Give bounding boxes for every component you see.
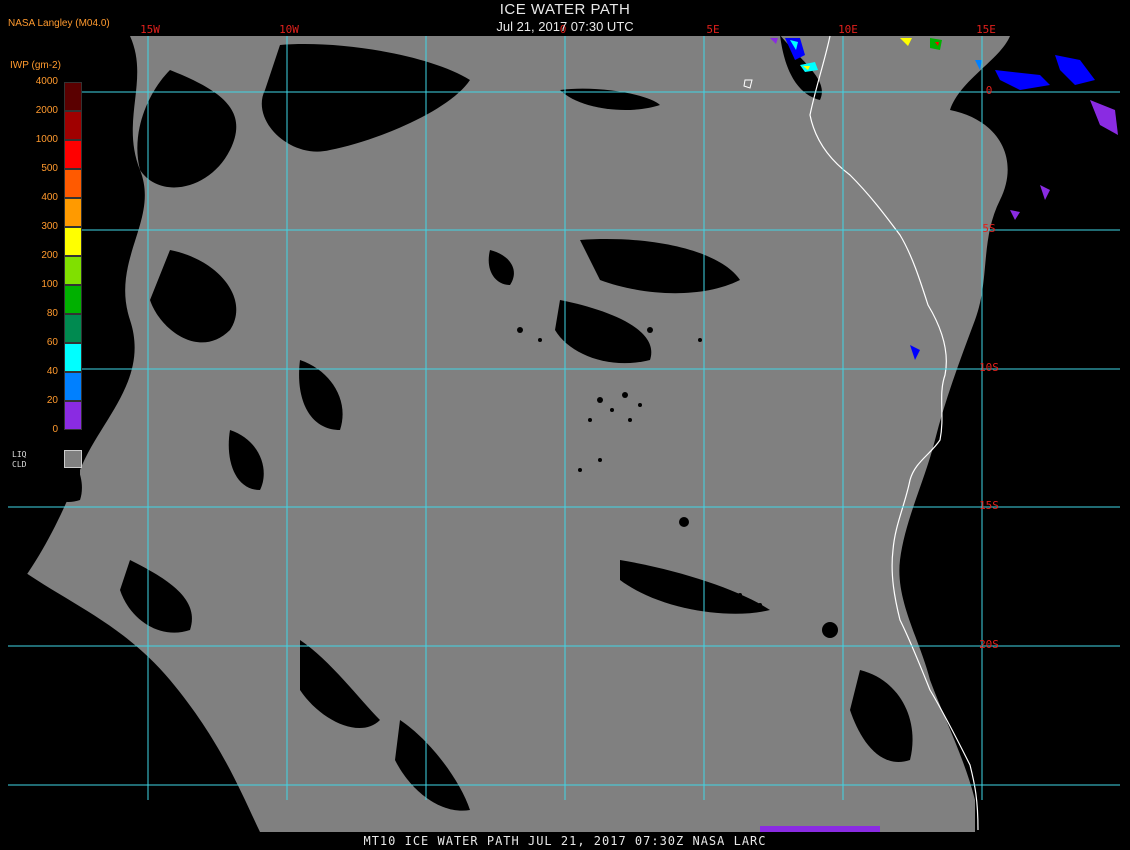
footer-caption: MT10 ICE WATER PATH JUL 21, 2017 07:30Z … xyxy=(363,834,767,848)
map-title: ICE WATER PATH xyxy=(499,1,631,18)
map-subtitle: Jul 21, 2017 07:30 UTC xyxy=(496,19,634,34)
legend-swatch xyxy=(64,372,82,401)
legend-swatch xyxy=(64,285,82,314)
legend-label: 2000 xyxy=(35,105,58,116)
legend-label: 300 xyxy=(41,221,58,232)
legend-label: 1000 xyxy=(35,134,58,145)
legend-label: 100 xyxy=(41,279,58,290)
legend-swatch xyxy=(64,314,82,343)
legend-label: 200 xyxy=(41,250,58,261)
legend-swatch xyxy=(64,169,82,198)
legend-swatch xyxy=(64,111,82,140)
latitude-label: 15S xyxy=(979,499,999,512)
source-label: NASA Langley (M04.0) xyxy=(8,18,110,29)
legend-label: 4000 xyxy=(35,76,58,87)
latitude-label: 5S xyxy=(982,222,995,235)
legend-swatch xyxy=(64,401,82,430)
legend-label: 20 xyxy=(46,395,58,406)
legend-swatch xyxy=(64,82,82,111)
legend-swatch xyxy=(64,198,82,227)
legend-label: 80 xyxy=(46,308,58,319)
legend-swatch xyxy=(64,256,82,285)
cld-label: CLD xyxy=(12,460,27,469)
liquid-cloud-swatch xyxy=(64,450,82,468)
latitude-label: 10S xyxy=(979,361,999,374)
latitude-label: 0 xyxy=(986,84,993,97)
satellite-map: 15W 10W 0 5E 10E 15E05S10S15S20S xyxy=(8,23,1120,832)
legend-swatch xyxy=(64,227,82,256)
legend-label: 500 xyxy=(41,163,58,174)
legend-swatch xyxy=(64,343,82,372)
liq-label: LIQ xyxy=(12,450,27,459)
latitude-label: 20S xyxy=(979,638,999,651)
legend-label: 0 xyxy=(52,424,58,435)
legend-label: 60 xyxy=(46,337,58,348)
legend-label: 40 xyxy=(46,366,58,377)
color-legend: IWP (gm-2) LIQ CLD 4000 2000 1000 500 400 300… xyxy=(8,58,82,480)
legend-swatch xyxy=(64,140,82,169)
legend-label: 400 xyxy=(41,192,58,203)
legend-title: IWP (gm-2) xyxy=(10,60,61,71)
